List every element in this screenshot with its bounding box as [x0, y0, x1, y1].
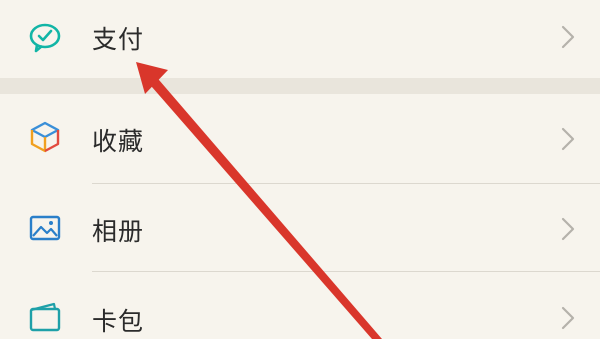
- menu-item-label: 相册: [92, 217, 145, 246]
- favorites-cube-icon: [28, 120, 62, 154]
- chevron-right-icon: [560, 306, 576, 330]
- chevron-right-icon: [560, 217, 576, 241]
- menu-item-favorites[interactable]: 收藏: [0, 94, 600, 183]
- settings-menu: 支付 收藏 相册 卡包: [0, 0, 600, 339]
- menu-item-label: 收藏: [92, 127, 145, 156]
- menu-item-pay[interactable]: 支付: [0, 0, 600, 78]
- album-picture-icon: [28, 211, 62, 245]
- chevron-right-icon: [560, 25, 576, 49]
- menu-item-album[interactable]: 相册: [0, 184, 600, 271]
- section-separator: [0, 78, 600, 94]
- chevron-right-icon: [560, 127, 576, 151]
- menu-item-label: 卡包: [92, 307, 145, 336]
- menu-item-card-wallet[interactable]: 卡包: [0, 272, 600, 339]
- wechat-pay-icon: [28, 20, 62, 54]
- menu-item-label: 支付: [92, 25, 145, 54]
- card-wallet-icon: [28, 300, 62, 334]
